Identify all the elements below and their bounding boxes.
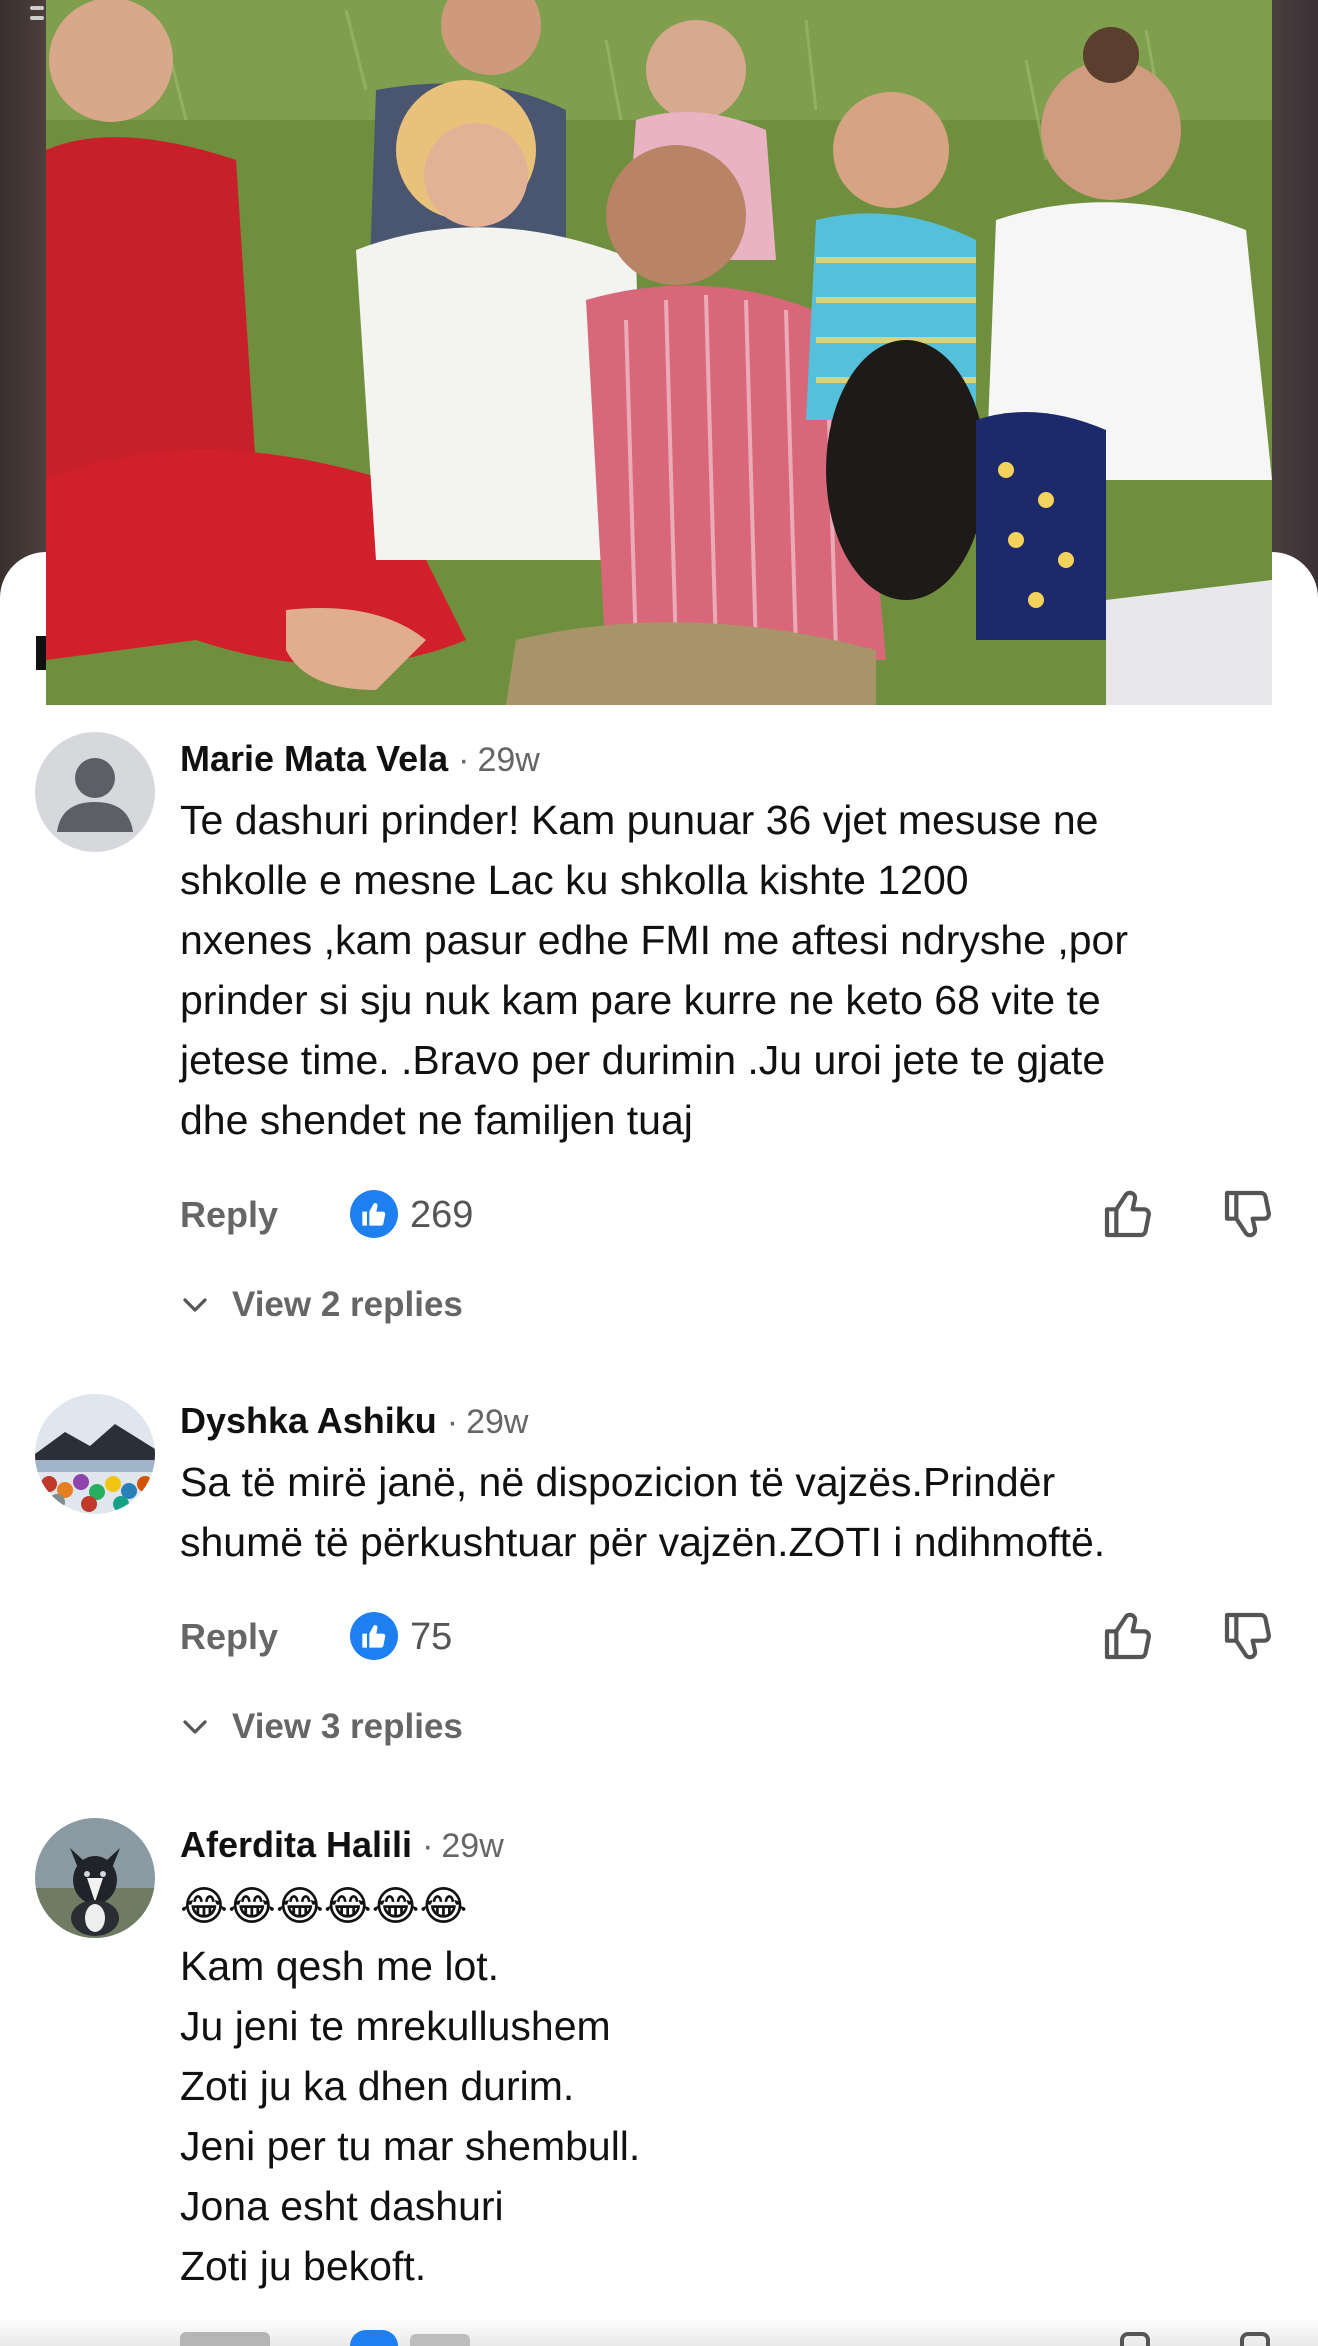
meta-separator: ·: [446, 1403, 459, 1441]
default-person-icon: [35, 732, 155, 852]
thumbs-down-icon[interactable]: [1220, 1186, 1276, 1242]
comments-sheet-screen: Marie Mata Vela · 29w Te dashuri prinder…: [0, 0, 1318, 2346]
next-actions-row-peek: [180, 2330, 1290, 2346]
family-photo-illustration: [46, 0, 1272, 705]
comment-line: dhe shendet ne familjen tuaj: [180, 1097, 693, 1143]
chevron-down-icon: [183, 1298, 207, 1312]
thumbs-down-icon[interactable]: [1220, 1608, 1276, 1664]
comment-line: Zoti ju bekoft.: [180, 2243, 427, 2289]
comment-line: nxenes ,kam pasur edhe FMI me aftesi ndr…: [180, 917, 1129, 963]
comment-time: 29w: [441, 1827, 504, 1865]
dog-photo-avatar: [35, 1818, 155, 1938]
view-replies-button[interactable]: View 2 replies: [180, 1280, 463, 1330]
comment-author[interactable]: Dyshka Ashiku: [180, 1400, 437, 1442]
thumbs-up-filled-icon: [350, 1190, 398, 1238]
comment-line: Te dashuri prinder! Kam punuar 36 vjet m…: [180, 797, 1099, 843]
comment-actions: Reply 269: [180, 1186, 1290, 1246]
landscape-photo-avatar: [35, 1394, 155, 1514]
comment-line: Ju jeni te mrekullushem: [180, 2003, 611, 2049]
comment-item: Dyshka Ashiku · 29w Sa të mirë janë, në …: [0, 1394, 1318, 1784]
like-count: 75: [410, 1616, 453, 1658]
panel-title-fragment: [36, 636, 46, 670]
like-count: 269: [410, 1194, 474, 1236]
comment-item: Aferdita Halili · 29w 😂😂😂😂😂😂 Kam qesh me…: [0, 1818, 1318, 2318]
comment-line: shumë të përkushtuar për vajzën.ZOTI i n…: [180, 1519, 1106, 1565]
avatar[interactable]: [35, 1394, 155, 1514]
comment-text: Te dashuri prinder! Kam punuar 36 vjet m…: [180, 790, 1260, 1150]
thumbs-up-icon[interactable]: [1100, 1186, 1156, 1242]
chevron-down-icon: [183, 1720, 207, 1734]
view-replies-label: View 3 replies: [232, 1707, 463, 1746]
comment-line: Jeni per tu mar shembull.: [180, 2123, 641, 2169]
drag-handle-icon[interactable]: [30, 0, 46, 40]
view-replies-button[interactable]: View 3 replies: [180, 1702, 463, 1752]
thumbs-up-icon[interactable]: [1100, 1608, 1156, 1664]
comment-text: 😂😂😂😂😂😂 Kam qesh me lot. Ju jeni te mreku…: [180, 1876, 1260, 2296]
comment-line: Zoti ju ka dhen durim.: [180, 2063, 575, 2109]
post-photo[interactable]: [46, 0, 1272, 705]
comment-line: Sa të mirë janë, në dispozicion të vajzë…: [180, 1459, 1056, 1505]
comment-line: shkolle e mesne Lac ku shkolla kishte 12…: [180, 857, 969, 903]
comment-time: 29w: [466, 1403, 529, 1441]
comment-emoji-line: 😂😂😂😂😂😂: [180, 1883, 468, 1929]
comment-text: Sa të mirë janë, në dispozicion të vajzë…: [180, 1452, 1260, 1572]
comment-line: jetese time. .Bravo per durimin .Ju uroi…: [180, 1037, 1106, 1083]
comment-author[interactable]: Marie Mata Vela: [180, 738, 448, 780]
meta-separator: ·: [458, 741, 470, 779]
reply-button[interactable]: Reply: [180, 1616, 278, 1658]
meta-separator: ·: [422, 1827, 434, 1865]
avatar[interactable]: [35, 1818, 155, 1938]
comment-time: 29w: [477, 741, 540, 779]
comment-line: prinder si sju nuk kam pare kurre ne ket…: [180, 977, 1101, 1023]
comment-item: Marie Mata Vela · 29w Te dashuri prinder…: [0, 732, 1318, 1352]
thumbs-up-filled-icon: [350, 1612, 398, 1660]
comment-actions: Reply 75: [180, 1608, 1290, 1668]
comment-line: Kam qesh me lot.: [180, 1943, 500, 1989]
view-replies-label: View 2 replies: [232, 1285, 463, 1324]
avatar[interactable]: [35, 732, 155, 852]
reply-button[interactable]: Reply: [180, 1194, 278, 1236]
comment-author[interactable]: Aferdita Halili: [180, 1824, 412, 1866]
comment-line: Jona esht dashuri: [180, 2183, 504, 2229]
